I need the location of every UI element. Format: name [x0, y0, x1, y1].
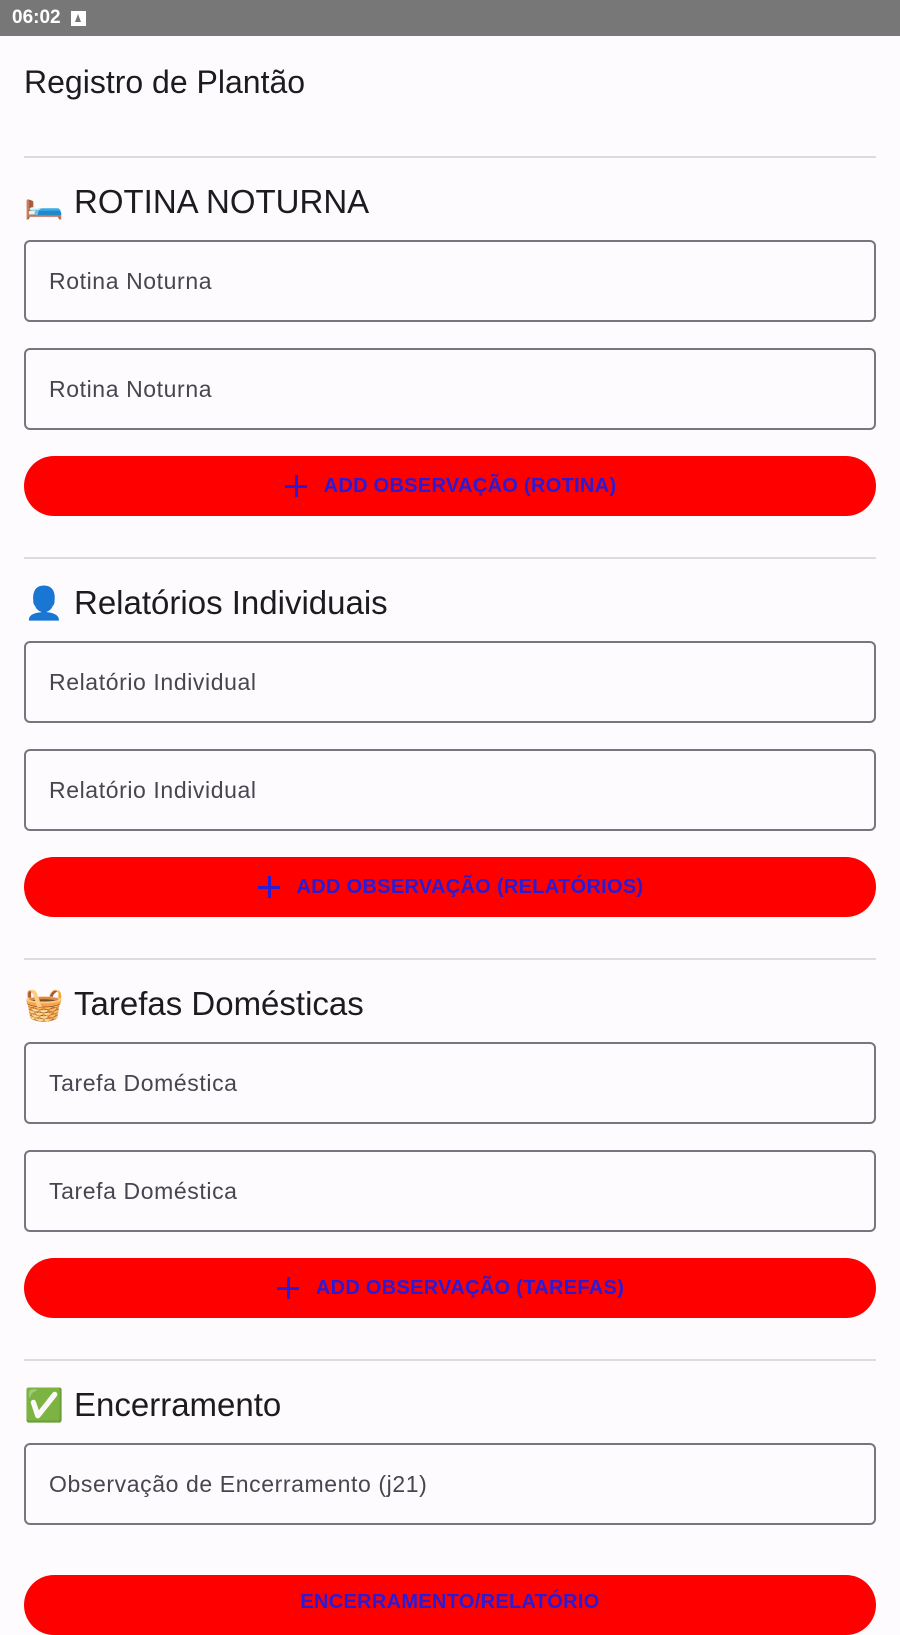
tarefa-field-1[interactable]: Tarefa Doméstica: [24, 1042, 876, 1124]
section-header-rotina: 🛏️ ROTINA NOTURNA: [24, 180, 369, 224]
bed-icon: 🛏️: [24, 184, 64, 220]
field-label: Relatório Individual: [49, 776, 257, 803]
button-label: ADD OBSERVAÇÃO (TAREFAS): [315, 1276, 625, 1299]
relatorio-field-2[interactable]: Relatório Individual: [24, 749, 876, 831]
section-title: Encerramento: [74, 1386, 282, 1423]
check-mark-icon: ✅: [24, 1387, 64, 1423]
field-label: Observação de Encerramento (j21): [49, 1470, 428, 1497]
page-title: Registro de Plantão: [24, 64, 306, 100]
section-header-tarefas: 🧺 Tarefas Domésticas: [24, 982, 364, 1026]
plus-icon: [257, 875, 281, 899]
field-label: Rotina Noturna: [49, 267, 213, 294]
field-label: Rotina Noturna: [49, 375, 213, 402]
add-observacao-tarefas-button[interactable]: ADD OBSERVAÇÃO (TAREFAS): [24, 1258, 876, 1318]
plus-icon: [276, 1276, 300, 1300]
rotina-field-1[interactable]: Rotina Noturna: [24, 240, 876, 322]
field-label: Tarefa Doméstica: [49, 1177, 238, 1204]
section-title: ROTINA NOTURNA: [74, 183, 370, 220]
section-header-relatorios: 👤 Relatórios Individuais: [24, 581, 388, 625]
section-header-encerramento: ✅ Encerramento: [24, 1383, 281, 1427]
encerramento-relatorio-button[interactable]: ENCERRAMENTO/RELATÓRIO: [24, 1575, 876, 1635]
encerramento-field[interactable]: Observação de Encerramento (j21): [24, 1443, 876, 1525]
person-icon: 👤: [24, 585, 64, 621]
rotina-field-2[interactable]: Rotina Noturna: [24, 348, 876, 430]
section-divider: [24, 1359, 876, 1361]
plus-icon: [284, 474, 308, 498]
tarefa-field-2[interactable]: Tarefa Doméstica: [24, 1150, 876, 1232]
status-time: 06:02: [12, 7, 61, 28]
section-title: Tarefas Domésticas: [74, 985, 364, 1022]
button-label: ADD OBSERVAÇÃO (ROTINA): [323, 474, 617, 497]
basket-icon: 🧺: [24, 986, 64, 1022]
notification-icon: [70, 10, 86, 26]
field-label: Relatório Individual: [49, 668, 257, 695]
section-divider: [24, 557, 876, 559]
button-label: ENCERRAMENTO/RELATÓRIO: [300, 1591, 600, 1613]
add-observacao-relatorios-button[interactable]: ADD OBSERVAÇÃO (RELATÓRIOS): [24, 857, 876, 917]
field-label: Tarefa Doméstica: [49, 1069, 238, 1096]
section-divider: [24, 958, 876, 960]
section-title: Relatórios Individuais: [74, 584, 388, 621]
button-label: ADD OBSERVAÇÃO (RELATÓRIOS): [296, 875, 644, 898]
relatorio-field-1[interactable]: Relatório Individual: [24, 641, 876, 723]
status-bar: 06:02: [0, 0, 900, 36]
section-divider: [24, 156, 876, 158]
add-observacao-rotina-button[interactable]: ADD OBSERVAÇÃO (ROTINA): [24, 456, 876, 516]
